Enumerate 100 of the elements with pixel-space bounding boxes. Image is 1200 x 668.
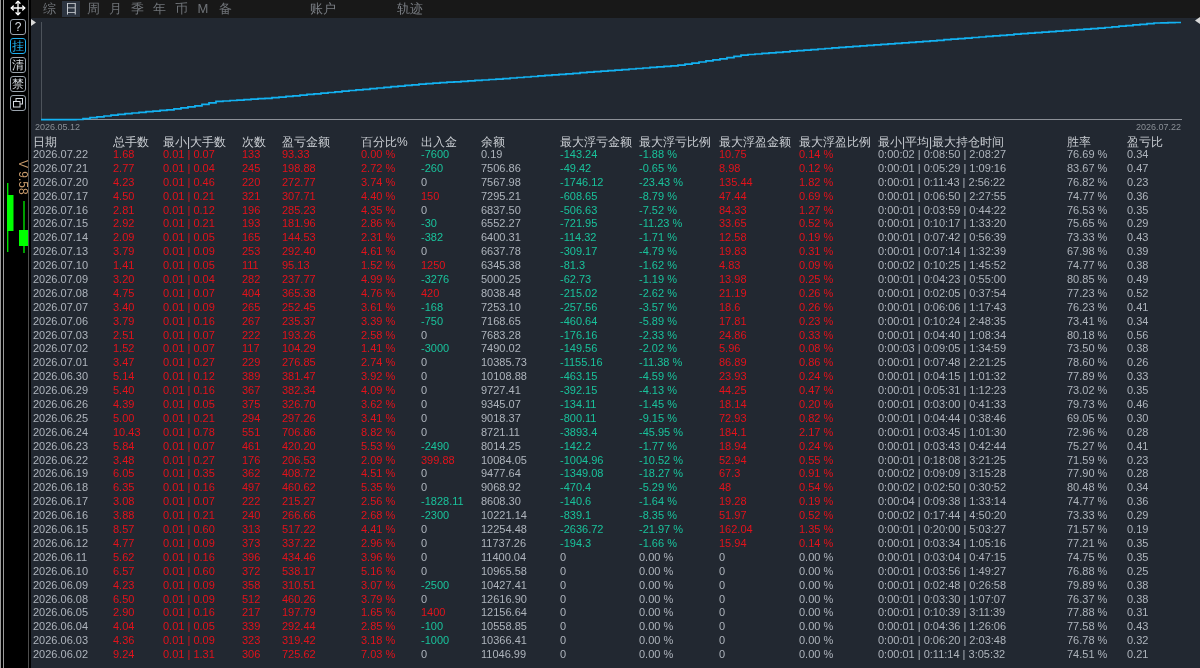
table-cell: 13.98 [719, 273, 747, 287]
table-cell: -215.02 [560, 286, 598, 301]
table-cell: 5.35 % [361, 481, 396, 496]
tool-button[interactable]: 挂 [10, 38, 26, 54]
table-cell: 0.00 % [799, 564, 834, 579]
table-cell: -800.11 [560, 411, 597, 426]
table-cell: 12156.64 [481, 606, 527, 621]
table-cell: 76.82 % [1067, 175, 1108, 190]
table-cell: 24.86 [719, 328, 747, 343]
table-cell: 0:00:01 | 0:04:15 | 1:01:32 [878, 370, 1007, 385]
table-cell: 71.59 % [1067, 453, 1108, 468]
table-cell: 51.97 [719, 509, 747, 524]
table-cell: 0.01 | 0.60 [163, 523, 215, 537]
table-cell: -142.2 [560, 439, 592, 454]
table-cell: 2026.06.15 [33, 523, 89, 537]
period-tab[interactable]: 周 [84, 1, 102, 17]
table-cell: 0 [421, 370, 428, 385]
table-cell: 2026.06.26 [33, 398, 89, 412]
table-cell: 72.96 % [1067, 425, 1108, 440]
table-cell: 0.38 [1127, 259, 1149, 274]
table-cell: 3.39 % [361, 314, 396, 329]
table-cell: -62.73 [560, 273, 592, 287]
table-cell: 0.19 % [799, 231, 834, 246]
table-cell: -750 [421, 314, 444, 329]
table-cell: 460.26 [282, 592, 316, 607]
table-cell: 0.01 | 0.21 [163, 217, 215, 232]
table-cell: 0:00:01 | 0:20:00 | 5:03:27 [878, 523, 1007, 537]
period-tab[interactable]: 综 [40, 1, 58, 17]
period-tab[interactable]: 备 [216, 1, 234, 17]
table-cell: 2.17 % [799, 425, 834, 440]
table-cell: 0.54 % [799, 481, 834, 496]
table-cell: 3.47 [113, 356, 135, 371]
table-cell: 512 [242, 592, 261, 607]
table-cell: 74.77 % [1067, 259, 1108, 274]
period-tab[interactable]: 季 [128, 1, 146, 17]
table-cell: 372 [242, 564, 261, 579]
tool-button[interactable]: ? [10, 19, 26, 35]
table-cell: 0.14 % [799, 148, 834, 162]
table-cell: 10558.85 [481, 620, 527, 635]
table-cell: 0.38 [1127, 578, 1149, 593]
table-cell: 0 [560, 648, 567, 662]
table-cell: 2026.06.03 [33, 634, 89, 649]
table-cell: -2490 [421, 439, 450, 454]
table-cell: 0.01 | 0.05 [163, 398, 215, 412]
table-cell: 0.01 | 0.27 [163, 356, 215, 371]
table-cell: 2026.07.21 [33, 161, 89, 176]
period-tab[interactable]: 日 [62, 1, 80, 17]
table-cell: 6552.27 [481, 217, 521, 232]
table-cell: 0:00:01 | 0:06:06 | 1:17:43 [878, 300, 1007, 315]
table-cell: 2.68 % [361, 509, 396, 524]
table-cell: 245 [242, 161, 261, 176]
column-header: 最大浮盈比例 [799, 136, 871, 148]
panel-tab[interactable]: 轨迹 [395, 1, 425, 17]
period-tab[interactable]: 年 [150, 1, 168, 17]
table-cell: 74.51 % [1067, 648, 1108, 662]
table-cell: 73.33 % [1067, 509, 1108, 524]
move-icon[interactable] [10, 0, 26, 16]
table-cell: 237.77 [282, 273, 316, 287]
table-cell: 10366.41 [481, 634, 527, 649]
table-cell: -608.65 [560, 189, 598, 204]
tool-button[interactable]: 禁 [10, 76, 26, 92]
table-cell: 497 [242, 481, 261, 496]
table-cell: -1.62 % [639, 259, 677, 274]
table-cell: -1000 [421, 634, 450, 649]
table-cell: 0.09 % [799, 259, 834, 274]
table-cell: 2026.06.11 [33, 550, 88, 565]
table-cell: 9018.37 [481, 411, 521, 426]
table-cell: 0:00:01 | 0:11:43 | 2:56:22 [878, 175, 1006, 190]
table-cell: 240 [242, 509, 261, 524]
panel-tab[interactable]: 账户 [308, 1, 338, 17]
table-cell: 6.57 [113, 564, 135, 579]
period-tab[interactable]: 币 [172, 1, 190, 17]
table-cell: 80.85 % [1067, 273, 1108, 287]
table-cell: 206.53 [282, 453, 316, 468]
window-restore-icon[interactable] [10, 95, 26, 111]
table-cell: 0.00 % [639, 592, 674, 607]
tool-button[interactable]: 清 [10, 57, 26, 73]
table-cell: 0.00 % [799, 578, 834, 593]
table-cell: 2.58 % [361, 328, 396, 343]
table-cell: 21.19 [719, 286, 747, 301]
table-cell: -1.45 % [639, 398, 677, 412]
table-cell: 235.37 [282, 314, 316, 329]
table-cell: 69.05 % [1067, 411, 1108, 426]
table-cell: 1250 [421, 259, 446, 274]
table-cell: 193 [242, 217, 261, 232]
table-cell: 285.23 [282, 203, 316, 218]
table-cell: 2026.07.03 [33, 328, 89, 343]
table-cell: 0 [421, 411, 428, 426]
table-cell: 6637.78 [481, 245, 521, 260]
period-tab[interactable]: 月 [106, 1, 124, 17]
table-cell: 420.20 [282, 439, 316, 454]
period-tab[interactable]: M [194, 1, 212, 17]
table-cell: 77.89 % [1067, 370, 1108, 385]
table-cell: 0.52 % [799, 217, 834, 232]
table-cell: 0.01 | 0.07 [163, 439, 215, 454]
table-cell: 326.70 [282, 398, 316, 412]
table-cell: 0.35 [1127, 203, 1149, 218]
table-cell: 4.35 % [361, 203, 396, 218]
table-cell: -3.57 % [639, 300, 677, 315]
table-cell: 2026.07.01 [33, 356, 89, 371]
